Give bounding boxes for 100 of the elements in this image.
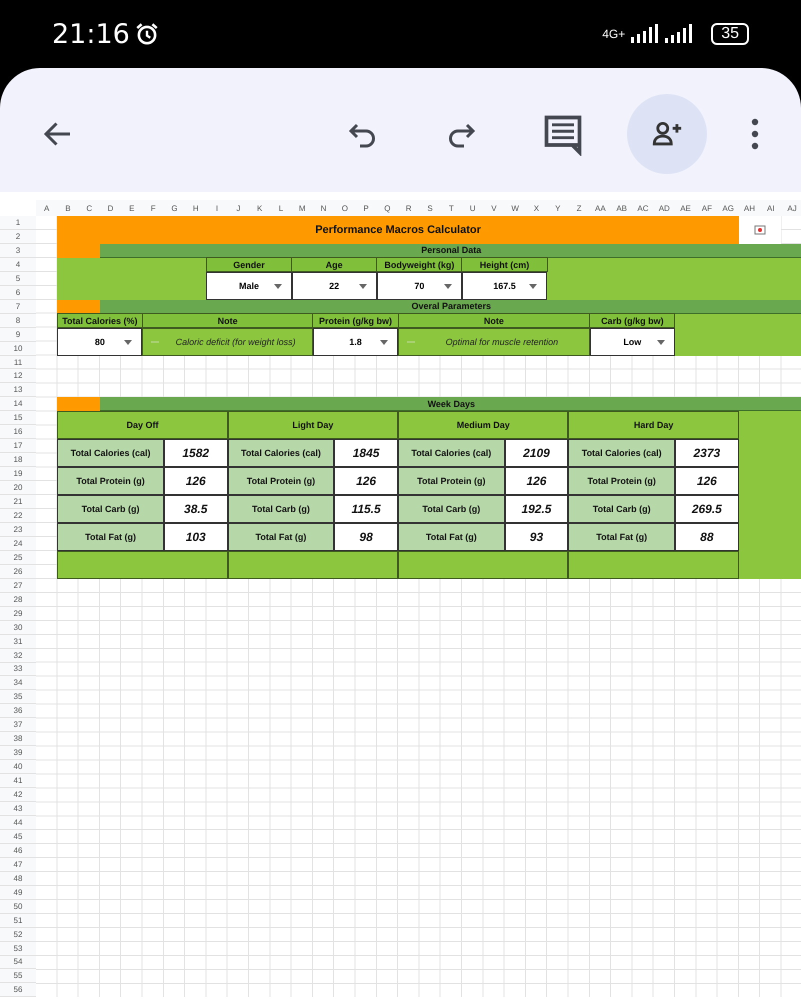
column-header[interactable]: AF [696,200,718,216]
row-header[interactable]: 50 [0,900,36,914]
more-options-icon[interactable] [749,116,761,152]
column-header[interactable]: N [312,200,334,216]
column-header[interactable]: Z [568,200,590,216]
row-header[interactable]: 21 [0,495,36,510]
row-header[interactable]: 52 [0,928,36,942]
row-header[interactable]: 3 [0,244,36,258]
dropdown-field[interactable]: 1.8 [312,328,398,356]
column-header[interactable]: AE [674,200,696,216]
row-header[interactable]: 25 [0,550,36,565]
column-header[interactable]: AJ [781,200,801,216]
column-header[interactable]: AI [760,200,782,216]
row-header[interactable]: 23 [0,522,36,537]
row-header[interactable]: 48 [0,872,36,886]
row-header[interactable]: 41 [0,774,36,788]
row-header[interactable]: 51 [0,914,36,928]
dropdown-field[interactable]: 167.5 [462,272,548,300]
row-header[interactable]: 38 [0,732,36,746]
column-header[interactable]: AC [632,200,654,216]
row-header[interactable]: 14 [0,397,36,412]
row-header[interactable]: 22 [0,509,36,523]
dropdown-field[interactable]: 70 [376,272,462,300]
row-header[interactable]: 47 [0,858,36,872]
column-header[interactable]: U [462,200,484,216]
row-header[interactable]: 34 [0,676,36,690]
column-header[interactable]: Q [376,200,398,216]
row-header[interactable]: 40 [0,760,36,774]
row-header[interactable]: 4 [0,258,36,272]
column-header[interactable]: Y [547,200,568,216]
column-header[interactable]: J [228,200,249,216]
row-header[interactable]: 31 [0,634,36,649]
row-header[interactable]: 24 [0,536,36,551]
row-header[interactable]: 28 [0,592,36,607]
dropdown-field[interactable]: Male [206,272,292,300]
column-header[interactable]: K [248,200,270,216]
row-header[interactable]: 30 [0,620,36,635]
dropdown-field[interactable]: 80 [57,328,142,356]
row-header[interactable]: 46 [0,844,36,858]
dropdown-field[interactable]: Low [590,328,675,356]
column-header[interactable]: V [483,200,505,216]
column-header[interactable]: X [526,200,548,216]
row-header[interactable]: 9 [0,328,36,342]
row-header[interactable]: 20 [0,481,36,496]
row-header[interactable]: 44 [0,816,36,830]
column-header[interactable]: AG [718,200,739,216]
column-header[interactable]: G [164,200,186,216]
row-header[interactable]: 5 [0,272,36,286]
row-header[interactable]: 42 [0,788,36,802]
row-header[interactable]: 33 [0,662,36,676]
row-header[interactable]: 8 [0,314,36,328]
column-header[interactable]: M [292,200,313,216]
row-header[interactable]: 27 [0,578,36,593]
row-header[interactable]: 1 [0,216,36,230]
row-header[interactable]: 15 [0,411,36,426]
column-header[interactable]: AD [654,200,675,216]
column-header[interactable]: S [419,200,441,216]
row-header[interactable]: 18 [0,453,36,468]
column-header[interactable]: A [36,200,58,216]
row-header[interactable]: 2 [0,230,36,244]
row-header[interactable]: 43 [0,802,36,816]
row-header[interactable]: 56 [0,983,36,998]
row-header[interactable]: 32 [0,648,36,662]
column-header[interactable]: C [78,200,100,216]
row-header[interactable]: 55 [0,969,36,984]
column-header[interactable]: L [270,200,292,216]
dropdown-field[interactable]: 22 [292,272,377,300]
row-header[interactable]: 29 [0,606,36,621]
row-header[interactable]: 7 [0,300,36,314]
column-header[interactable]: F [142,200,164,216]
column-header[interactable]: AB [611,200,632,216]
row-header[interactable]: 26 [0,564,36,579]
row-header[interactable]: 53 [0,942,36,956]
column-header[interactable]: E [121,200,142,216]
column-header[interactable]: P [355,200,377,216]
row-header[interactable]: 11 [0,356,36,370]
column-header[interactable]: I [206,200,228,216]
row-header[interactable]: 6 [0,286,36,300]
row-header[interactable]: 35 [0,690,36,704]
column-header[interactable]: W [504,200,526,216]
row-header[interactable]: 54 [0,956,36,970]
row-header[interactable]: 10 [0,342,36,356]
column-header[interactable]: O [334,200,356,216]
row-header[interactable]: 37 [0,718,36,732]
row-header[interactable]: 45 [0,830,36,844]
column-header[interactable]: AA [590,200,612,216]
row-header[interactable]: 13 [0,383,36,398]
row-header[interactable]: 17 [0,439,36,454]
column-header[interactable]: R [398,200,420,216]
column-header[interactable]: B [57,200,79,216]
column-header[interactable]: AH [738,200,760,216]
row-header[interactable]: 16 [0,425,36,440]
row-header[interactable]: 39 [0,746,36,760]
column-header[interactable]: D [100,200,122,216]
row-header[interactable]: 49 [0,886,36,900]
column-header[interactable]: T [440,200,462,216]
column-header[interactable]: H [185,200,206,216]
row-header[interactable]: 19 [0,467,36,482]
row-header[interactable]: 36 [0,704,36,718]
row-header[interactable]: 12 [0,369,36,384]
